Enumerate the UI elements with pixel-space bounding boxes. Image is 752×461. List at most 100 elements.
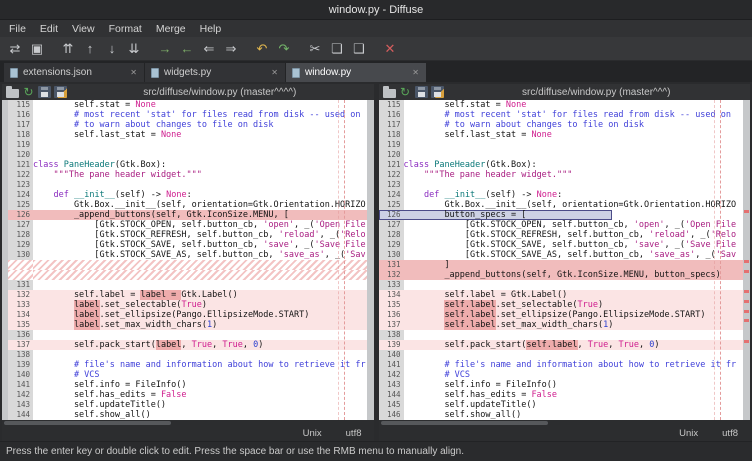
- code-line[interactable]: 138: [8, 350, 367, 360]
- paste-icon[interactable]: ❑: [349, 39, 369, 59]
- left-code-lines[interactable]: 115 self.stat = None116 # most recent 's…: [8, 100, 367, 420]
- code-line[interactable]: 124 def __init__(self) -> None:: [379, 190, 744, 200]
- code-line[interactable]: 127 [Gtk.STOCK_OPEN, self.button_cb, 'op…: [379, 220, 744, 230]
- code-line[interactable]: 139 # file's name and information about …: [8, 360, 367, 370]
- reload-icon[interactable]: ↻: [22, 86, 35, 98]
- previous-difference-icon[interactable]: ↑: [80, 39, 100, 59]
- right-horizontal-scrollbar[interactable]: [379, 420, 751, 426]
- reload-icon[interactable]: ↻: [399, 86, 412, 98]
- menu-file[interactable]: File: [2, 20, 33, 37]
- code-line[interactable]: 138: [379, 330, 744, 340]
- code-line[interactable]: 120: [8, 150, 367, 160]
- tab-close-icon[interactable]: ✕: [411, 68, 420, 77]
- right-code-lines[interactable]: 115 self.stat = None116 # most recent 's…: [379, 100, 744, 420]
- code-line[interactable]: 129 [Gtk.STOCK_SAVE, self.button_cb, 'sa…: [379, 240, 744, 250]
- code-line[interactable]: 143 self.info = FileInfo(): [379, 380, 744, 390]
- undo-icon[interactable]: ↶: [252, 39, 272, 59]
- code-line[interactable]: 128 [Gtk.STOCK_REFRESH, self.button_cb, …: [8, 230, 367, 240]
- code-line[interactable]: 146 self.show_all(): [379, 410, 744, 420]
- code-line[interactable]: 116 # most recent 'stat' for files read …: [8, 110, 367, 120]
- code-line[interactable]: 128 [Gtk.STOCK_REFRESH, self.button_cb, …: [379, 230, 744, 240]
- code-line[interactable]: 131 ]: [379, 260, 744, 270]
- title-bar[interactable]: window.py - Diffuse: [0, 0, 752, 20]
- tab-extensions.json[interactable]: extensions.json✕: [4, 63, 144, 82]
- code-line[interactable]: 117 # to warn about changes to file on d…: [379, 120, 744, 130]
- redo-icon[interactable]: ↷: [274, 39, 294, 59]
- code-line[interactable]: [8, 270, 367, 280]
- code-line[interactable]: 140 # VCS: [8, 370, 367, 380]
- isolate-icon[interactable]: ▣: [27, 39, 47, 59]
- code-line[interactable]: 143 self.updateTitle(): [8, 400, 367, 410]
- code-line[interactable]: 130 [Gtk.STOCK_SAVE_AS, self.button_cb, …: [8, 250, 367, 260]
- code-line[interactable]: 123: [379, 180, 744, 190]
- code-line[interactable]: 129 [Gtk.STOCK_SAVE, self.button_cb, 'sa…: [8, 240, 367, 250]
- clear-edits-icon[interactable]: ✕: [380, 39, 400, 59]
- code-line[interactable]: 139 self.pack_start(self.label, True, Tr…: [379, 340, 744, 350]
- code-line[interactable]: 115 self.stat = None: [379, 100, 744, 110]
- code-line[interactable]: 117 # to warn about changes to file on d…: [8, 120, 367, 130]
- left-horizontal-scrollbar[interactable]: [2, 420, 374, 426]
- code-line[interactable]: 134 self.label = Gtk.Label(): [379, 290, 744, 300]
- code-line[interactable]: 130 [Gtk.STOCK_SAVE_AS, self.button_cb, …: [379, 250, 744, 260]
- code-line[interactable]: 141 self.info = FileInfo(): [8, 380, 367, 390]
- open-icon[interactable]: [383, 89, 396, 98]
- tab-widgets.py[interactable]: widgets.py✕: [145, 63, 285, 82]
- menu-merge[interactable]: Merge: [149, 20, 193, 37]
- cut-icon[interactable]: ✂: [305, 39, 325, 59]
- next-difference-icon[interactable]: ↓: [102, 39, 122, 59]
- menu-edit[interactable]: Edit: [33, 20, 65, 37]
- code-line[interactable]: 127 [Gtk.STOCK_OPEN, self.button_cb, 'op…: [8, 220, 367, 230]
- tab-close-icon[interactable]: ✕: [270, 68, 279, 77]
- code-line[interactable]: 122 """The pane header widget.""": [379, 170, 744, 180]
- copy-selection-left-icon[interactable]: ←: [177, 39, 197, 59]
- code-line[interactable]: 122 """The pane header widget.""": [8, 170, 367, 180]
- last-difference-icon[interactable]: ⇊: [124, 39, 144, 59]
- code-line[interactable]: 135 self.label.set_selectable(True): [379, 300, 744, 310]
- code-line[interactable]: 133: [379, 280, 744, 290]
- code-line[interactable]: 137 self.pack_start(label, True, True, 0…: [8, 340, 367, 350]
- right-pane-scrollbar[interactable]: [743, 100, 750, 420]
- tab-window.py[interactable]: window.py✕: [286, 63, 426, 82]
- copy-selection-right-icon[interactable]: →: [155, 39, 175, 59]
- code-line[interactable]: 142 # VCS: [379, 370, 744, 380]
- save-as-icon[interactable]: [431, 86, 444, 98]
- code-line[interactable]: 141 # file's name and information about …: [379, 360, 744, 370]
- scrollbar-thumb[interactable]: [4, 421, 171, 425]
- code-line[interactable]: 119: [8, 140, 367, 150]
- code-line[interactable]: 121class PaneHeader(Gtk.Box):: [379, 160, 744, 170]
- code-line[interactable]: 120: [379, 150, 744, 160]
- save-icon[interactable]: [38, 86, 51, 98]
- code-line[interactable]: 125 Gtk.Box.__init__(self, orientation=G…: [8, 200, 367, 210]
- shift-pane-right-icon[interactable]: ⇒: [221, 39, 241, 59]
- code-line[interactable]: 144 self.has_edits = False: [379, 390, 744, 400]
- code-line[interactable]: 144 self.show_all(): [8, 410, 367, 420]
- shift-pane-left-icon[interactable]: ⇐: [199, 39, 219, 59]
- code-line[interactable]: 116 # most recent 'stat' for files read …: [379, 110, 744, 120]
- code-line[interactable]: 145 self.updateTitle(): [379, 400, 744, 410]
- first-difference-icon[interactable]: ⇈: [58, 39, 78, 59]
- realign-all-icon[interactable]: ⇄: [5, 39, 25, 59]
- code-line[interactable]: 124 def __init__(self) -> None:: [8, 190, 367, 200]
- menu-help[interactable]: Help: [193, 20, 229, 37]
- menu-view[interactable]: View: [65, 20, 102, 37]
- code-line[interactable]: 137 self.label.set_max_width_chars(1): [379, 320, 744, 330]
- save-as-icon[interactable]: [54, 86, 67, 98]
- code-line[interactable]: 119: [379, 140, 744, 150]
- code-line[interactable]: 135 label.set_max_width_chars(1): [8, 320, 367, 330]
- code-line[interactable]: 121class PaneHeader(Gtk.Box):: [8, 160, 367, 170]
- code-line[interactable]: 136 self.label.set_ellipsize(Pango.Ellip…: [379, 310, 744, 320]
- code-line[interactable]: 142 self.has_edits = False: [8, 390, 367, 400]
- code-line[interactable]: 133 label.set_selectable(True): [8, 300, 367, 310]
- code-line[interactable]: 136: [8, 330, 367, 340]
- open-icon[interactable]: [6, 89, 19, 98]
- code-line[interactable]: 131: [8, 280, 367, 290]
- code-line[interactable]: 134 label.set_ellipsize(Pango.EllipsizeM…: [8, 310, 367, 320]
- code-line[interactable]: 140: [379, 350, 744, 360]
- code-line[interactable]: 123: [8, 180, 367, 190]
- scrollbar-thumb[interactable]: [381, 421, 548, 425]
- menu-format[interactable]: Format: [102, 20, 149, 37]
- save-icon[interactable]: [415, 86, 428, 98]
- code-line[interactable]: 126 _append_buttons(self, Gtk.IconSize.M…: [8, 210, 367, 220]
- tab-close-icon[interactable]: ✕: [129, 68, 138, 77]
- code-line[interactable]: [8, 260, 367, 270]
